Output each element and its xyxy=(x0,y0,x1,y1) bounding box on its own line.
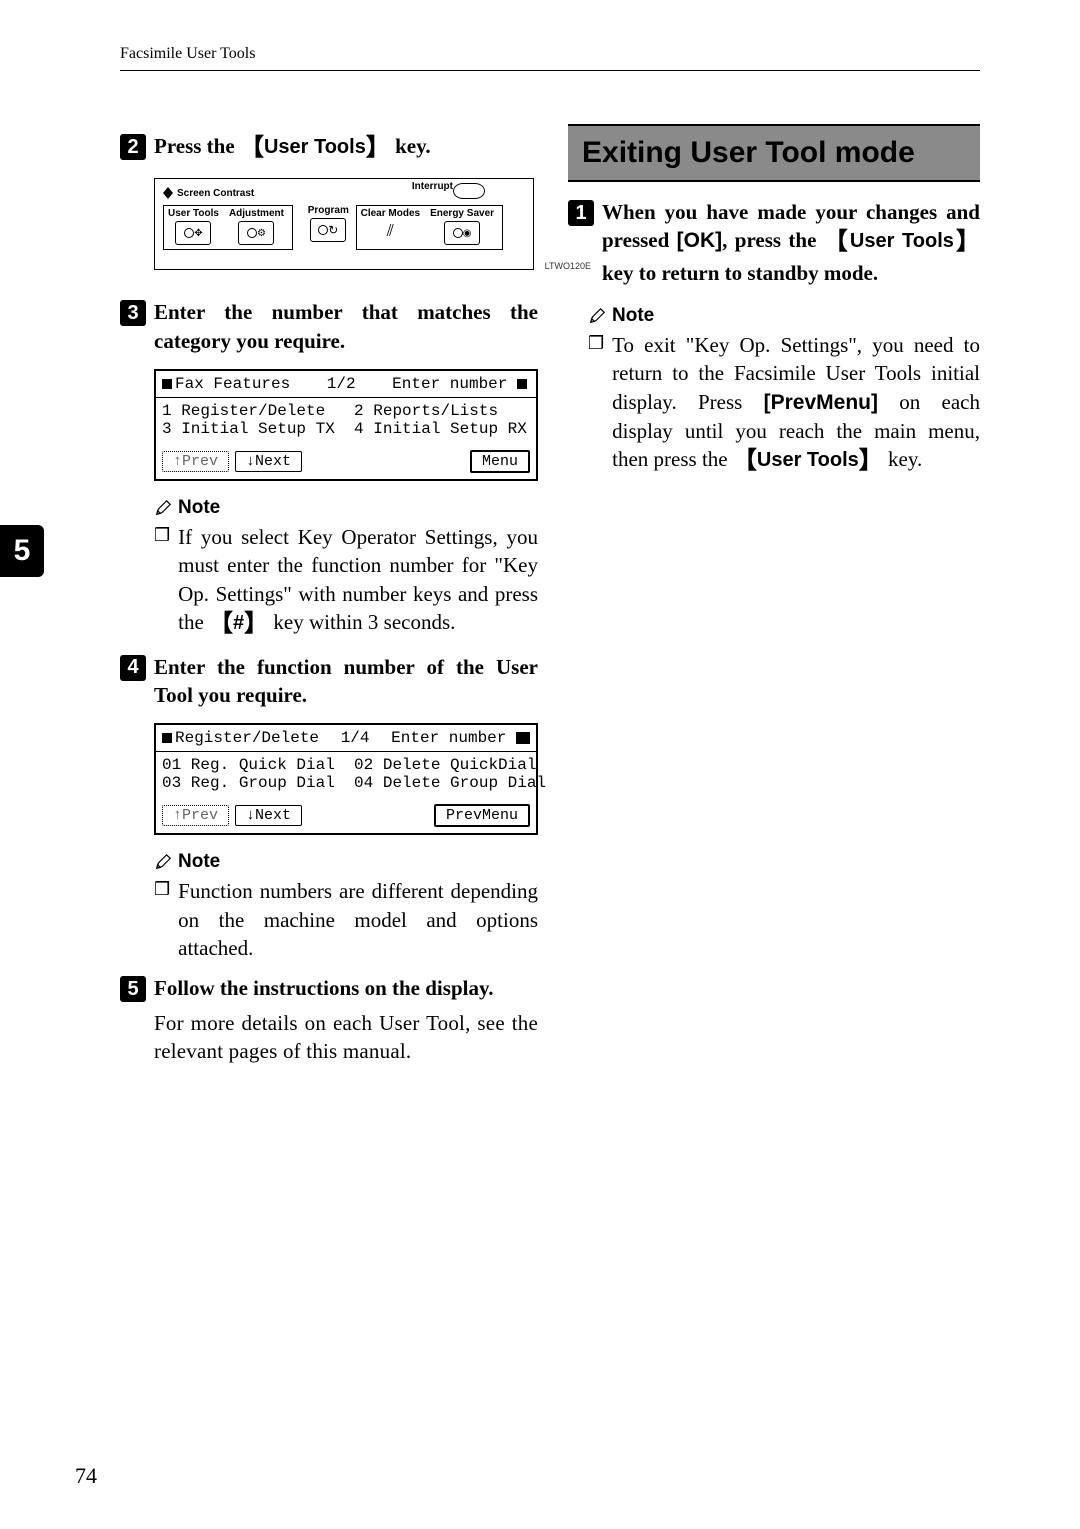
square-icon xyxy=(162,379,172,389)
page-number: 74 xyxy=(75,1463,97,1489)
lcd1-item-1: 1 Register/Delete xyxy=(162,402,325,420)
lcd1-item-2: 2 Reports/Lists xyxy=(354,402,498,420)
step-number-4-icon: 4 xyxy=(120,655,146,681)
step-4-text: Enter the function number of the User To… xyxy=(154,653,538,710)
lcd1-prompt: Enter number xyxy=(392,375,507,393)
program-label: Program xyxy=(308,205,349,216)
right-note-body: ❒ To exit "Key Op. Settings", you need t… xyxy=(588,331,980,478)
step-2-text: Press the 【User Tools】 key. xyxy=(154,132,431,164)
hash-key: # xyxy=(233,612,244,634)
note-heading: Note xyxy=(154,851,538,873)
prevmenu-key-label: [PrevMenu] xyxy=(764,391,878,414)
step2-pre: Press the xyxy=(154,134,240,158)
step-number-3-icon: 3 xyxy=(120,300,146,326)
bullet-icon: ❒ xyxy=(154,523,170,640)
step-number-2-icon: 2 xyxy=(120,134,146,160)
prevmenu-button[interactable]: PrevMenu xyxy=(434,804,530,827)
pencil-icon xyxy=(588,307,606,325)
section-title: Exiting User Tool mode xyxy=(568,124,980,182)
cursor-icon xyxy=(516,732,530,744)
prev-button[interactable]: ↑Prev xyxy=(162,451,229,472)
step-3: 3 Enter the number that matches the cate… xyxy=(120,298,538,355)
adjustment-label: Adjustment xyxy=(229,208,284,219)
bullet-icon: ❒ xyxy=(154,877,170,962)
right-column: Exiting User Tool mode 1 When you have m… xyxy=(568,120,980,1065)
step-5: 5 Follow the instructions on the display… xyxy=(120,974,538,1002)
interrupt-label: Interrupt xyxy=(412,181,453,192)
note-heading: Note xyxy=(588,305,980,327)
pencil-icon xyxy=(154,499,172,517)
left-column: 2 Press the 【User Tools】 key. Interrupt … xyxy=(120,120,538,1065)
step-number-5-icon: 5 xyxy=(120,976,146,1002)
r-step1-post: key to return to standby mode. xyxy=(602,261,878,285)
user-tools-label: User Tools xyxy=(168,208,219,219)
r-note-post: key. xyxy=(883,447,922,471)
square-icon xyxy=(162,733,172,743)
control-panel-illustration: Interrupt Screen Contrast User Tools ✥ A… xyxy=(154,178,534,270)
step-1: 1 When you have made your changes and pr… xyxy=(568,198,980,287)
lcd2-item-4: 04 Delete Group Dial xyxy=(354,774,546,792)
r-step1-mid: , press the xyxy=(722,228,824,252)
header-rule xyxy=(120,70,980,71)
interrupt-lamp-icon xyxy=(453,183,485,199)
prev-button[interactable]: ↑Prev xyxy=(162,805,229,826)
step-5-body: For more details on each User Tool, see … xyxy=(154,1009,538,1066)
step-5-text: Follow the instructions on the display. xyxy=(154,974,494,1002)
step-number-1-icon: 1 xyxy=(568,200,594,226)
next-button[interactable]: ↓Next xyxy=(235,451,302,472)
note-3-body: ❒ If you select Key Operator Settings, y… xyxy=(154,523,538,640)
lcd1-title: Fax Features xyxy=(175,375,290,393)
lcd2-page: 1/4 xyxy=(341,729,370,747)
lcd2-item-3: 03 Reg. Group Dial xyxy=(162,774,335,792)
ok-key-label: [OK] xyxy=(677,229,723,252)
note-4-body: ❒ Function numbers are different dependi… xyxy=(154,877,538,962)
lcd1-page: 1/2 xyxy=(327,375,356,393)
clear-modes-label: Clear Modes xyxy=(361,208,420,219)
lcd-screen-fax-features: Fax Features 1/2 Enter number 1 Register… xyxy=(154,369,538,481)
screen-contrast-label: Screen Contrast xyxy=(177,188,254,199)
note-label: Note xyxy=(178,851,220,873)
clear-modes-button-icon: ⫽ xyxy=(373,221,407,243)
note-label: Note xyxy=(178,497,220,519)
user-tools-button-icon: ✥ xyxy=(175,221,211,245)
user-tools-key-label: User Tools xyxy=(264,136,366,158)
image-code: LTWO120E xyxy=(545,261,591,271)
bullet-icon: ❒ xyxy=(588,331,604,478)
lcd1-item-3: 3 Initial Setup TX xyxy=(162,420,335,438)
running-header: Facsimile User Tools xyxy=(120,45,255,63)
chapter-tab: 5 xyxy=(0,525,44,577)
user-tools-key-label: User Tools xyxy=(850,230,954,252)
contrast-icon xyxy=(163,187,173,199)
program-button-icon: ↻ xyxy=(310,218,346,242)
cursor-icon xyxy=(517,379,527,389)
note4-text: Function numbers are different depending… xyxy=(178,877,538,962)
lcd-screen-register-delete: Register/Delete 1/4 Enter number 01 Reg.… xyxy=(154,723,538,835)
next-button[interactable]: ↓Next xyxy=(235,805,302,826)
lcd2-title: Register/Delete xyxy=(175,729,319,747)
menu-button[interactable]: Menu xyxy=(470,450,530,473)
note-label: Note xyxy=(612,305,654,327)
step-1-text: When you have made your changes and pres… xyxy=(602,198,980,287)
energy-saver-label: Energy Saver xyxy=(430,208,494,219)
energy-saver-button-icon: ◉ xyxy=(444,221,480,245)
step-2: 2 Press the 【User Tools】 key. xyxy=(120,132,538,164)
step2-post: key. xyxy=(390,134,431,158)
lcd1-item-4: 4 Initial Setup RX xyxy=(354,420,527,438)
pencil-icon xyxy=(154,853,172,871)
lcd2-prompt: Enter number xyxy=(391,729,506,747)
user-tools-key-label: User Tools xyxy=(757,449,859,471)
adjustment-button-icon: ⚙ xyxy=(238,221,274,245)
lcd2-item-2: 02 Delete QuickDial xyxy=(354,756,536,774)
step-4: 4 Enter the function number of the User … xyxy=(120,653,538,710)
step-3-text: Enter the number that matches the catego… xyxy=(154,298,538,355)
lcd2-item-1: 01 Reg. Quick Dial xyxy=(162,756,335,774)
note-heading: Note xyxy=(154,497,538,519)
note3-text-post: key within 3 seconds. xyxy=(268,610,455,634)
